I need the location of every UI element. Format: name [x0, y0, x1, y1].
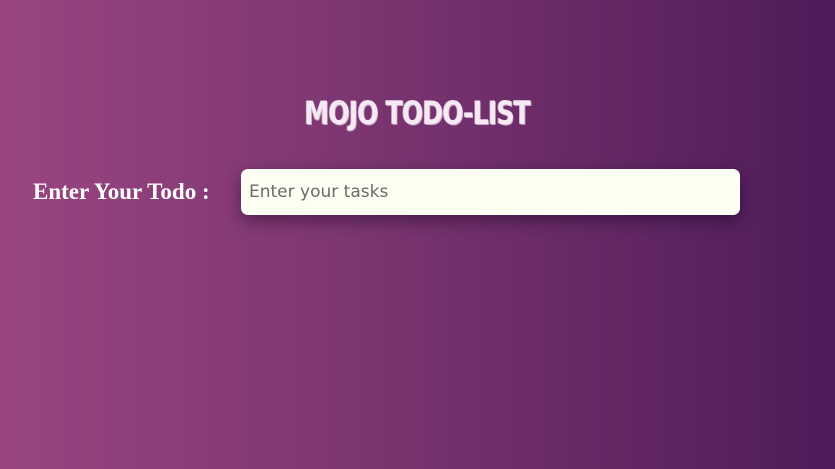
todo-page: { "header": { "title": "MOJO TODO-LIST" … [0, 0, 835, 469]
todo-input-label: Enter Your Todo : [33, 179, 210, 204]
todo-input[interactable] [241, 169, 740, 215]
todo-form: Enter Your Todo : [33, 169, 740, 215]
page-title: MOJO TODO-LIST [304, 94, 530, 132]
